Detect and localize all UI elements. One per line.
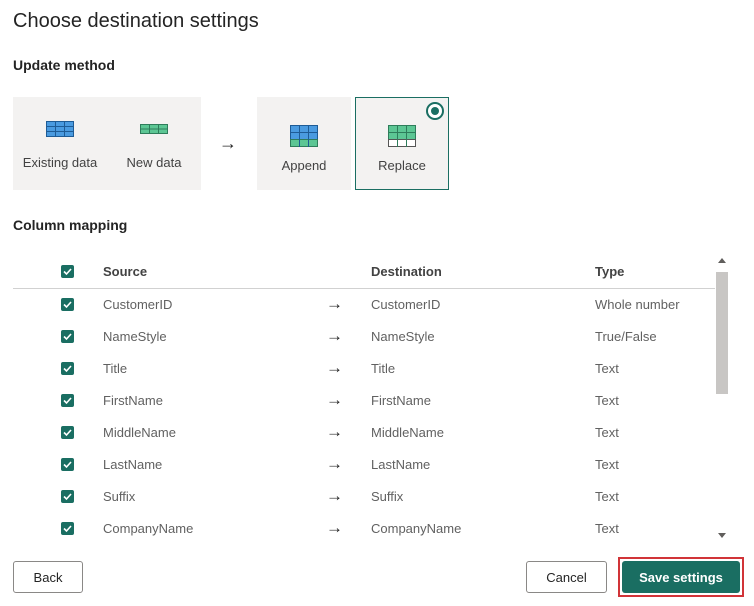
row-checkbox[interactable]: [61, 298, 74, 311]
table-scrollbar[interactable]: [715, 256, 729, 544]
new-data-label: New data: [126, 155, 182, 170]
destination-column-name[interactable]: NameStyle: [371, 329, 435, 344]
row-checkbox[interactable]: [61, 330, 74, 343]
row-checkbox[interactable]: [61, 362, 74, 375]
mapping-arrow-icon: →: [326, 326, 343, 345]
column-type[interactable]: Text: [595, 457, 619, 472]
cancel-button[interactable]: Cancel: [526, 561, 607, 593]
column-type[interactable]: Text: [595, 361, 619, 376]
table-row: MiddleName → MiddleName Text: [13, 417, 715, 449]
destination-column-name[interactable]: FirstName: [371, 393, 431, 408]
column-type[interactable]: Whole number: [595, 297, 680, 312]
scroll-down-icon[interactable]: [718, 533, 726, 538]
header-type: Type: [595, 264, 625, 279]
column-type[interactable]: True/False: [595, 329, 657, 344]
source-column-name: MiddleName: [103, 425, 176, 440]
destination-column-name[interactable]: MiddleName: [371, 425, 444, 440]
new-data-item: New data: [107, 97, 201, 190]
table-row: CustomerID → CustomerID Whole number: [13, 289, 715, 321]
column-mapping-label: Column mapping: [13, 217, 128, 233]
mapping-arrow-icon: →: [326, 358, 343, 377]
row-checkbox[interactable]: [61, 458, 74, 471]
source-column-name: LastName: [103, 457, 163, 472]
destination-column-name[interactable]: LastName: [371, 457, 430, 472]
page-title: Choose destination settings: [13, 10, 259, 32]
table-row: NameStyle → NameStyle True/False: [13, 321, 715, 353]
destination-column-name[interactable]: CustomerID: [371, 297, 440, 312]
source-column-name: NameStyle: [103, 329, 167, 344]
scroll-up-icon[interactable]: [718, 258, 726, 263]
replace-label: Replace: [378, 158, 426, 173]
table-row: FirstName → FirstName Text: [13, 385, 715, 417]
source-column-name: CompanyName: [103, 521, 194, 536]
mapping-arrow-icon: →: [326, 486, 343, 505]
new-data-table-icon: [140, 121, 168, 139]
update-method-label: Update method: [13, 57, 115, 73]
save-settings-button[interactable]: Save settings: [622, 561, 740, 593]
mapping-arrow-icon: →: [326, 454, 343, 473]
destination-column-name[interactable]: Suffix: [371, 489, 403, 504]
append-label: Append: [281, 158, 327, 173]
header-destination: Destination: [371, 264, 442, 279]
source-data-panel: Existing data New data: [13, 97, 201, 190]
append-table-icon: [290, 125, 318, 152]
mapping-arrow-icon: →: [326, 518, 343, 537]
scrollbar-thumb[interactable]: [716, 272, 728, 394]
header-source: Source: [103, 264, 148, 279]
replace-radio-selected[interactable]: [426, 102, 444, 120]
table-row: CompanyName → CompanyName Text: [13, 513, 715, 544]
source-column-name: FirstName: [103, 393, 163, 408]
mapping-arrow-icon: →: [326, 422, 343, 441]
mapping-arrow-icon: →: [326, 390, 343, 409]
source-column-name: Suffix: [103, 489, 136, 504]
existing-data-label: Existing data: [22, 155, 98, 170]
column-type[interactable]: Text: [595, 521, 619, 536]
destination-column-name[interactable]: CompanyName: [371, 521, 461, 536]
destination-column-name[interactable]: Title: [371, 361, 395, 376]
column-mapping-table: Source Destination Type CustomerID → Custo…: [13, 256, 715, 544]
source-column-name: Title: [103, 361, 128, 376]
existing-data-item: Existing data: [13, 97, 107, 190]
source-column-name: CustomerID: [103, 297, 173, 312]
replace-table-icon: [388, 125, 416, 152]
row-checkbox[interactable]: [61, 394, 74, 407]
existing-data-table-icon: [46, 121, 74, 142]
table-header: Source Destination Type: [13, 256, 715, 289]
append-option[interactable]: Append: [257, 97, 351, 190]
replace-option[interactable]: Replace: [355, 97, 449, 190]
table-row: Suffix → Suffix Text: [13, 481, 715, 513]
table-row: Title → Title Text: [13, 353, 715, 385]
row-checkbox[interactable]: [61, 426, 74, 439]
column-type[interactable]: Text: [595, 393, 619, 408]
back-button[interactable]: Back: [13, 561, 83, 593]
column-type[interactable]: Text: [595, 489, 619, 504]
flow-arrow-icon: →: [219, 133, 237, 153]
mapping-arrow-icon: →: [326, 294, 343, 313]
column-type[interactable]: Text: [595, 425, 619, 440]
row-checkbox[interactable]: [61, 490, 74, 503]
table-row: LastName → LastName Text: [13, 449, 715, 481]
row-checkbox[interactable]: [61, 522, 74, 535]
select-all-checkbox[interactable]: [61, 265, 74, 278]
